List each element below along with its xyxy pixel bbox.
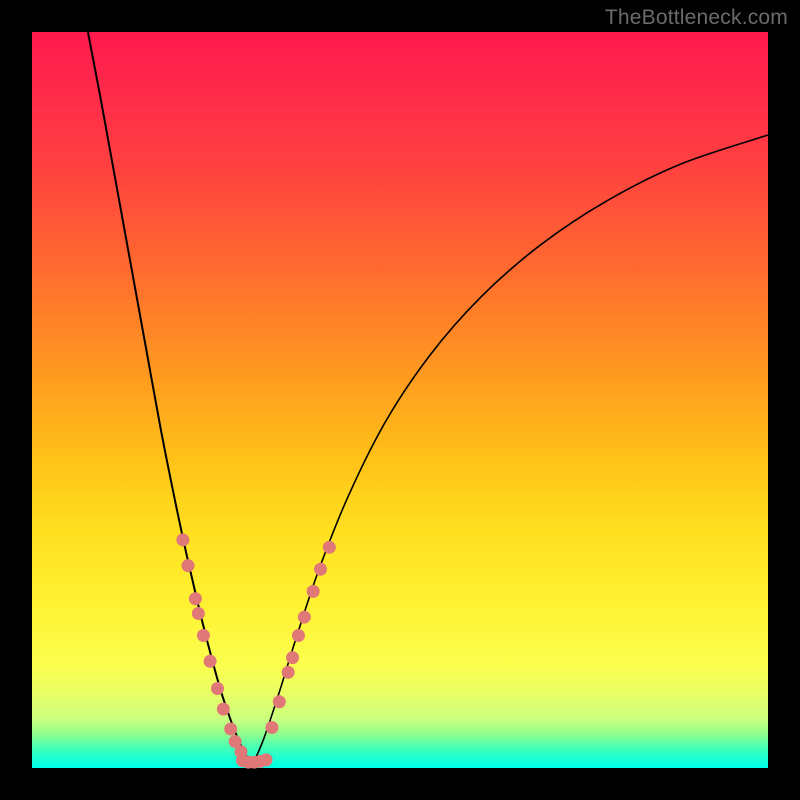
data-point (292, 629, 305, 642)
data-point (260, 753, 273, 766)
data-point (211, 682, 224, 695)
data-point (314, 563, 327, 576)
chart-svg (32, 32, 768, 768)
data-point (197, 629, 210, 642)
series-left-branch (88, 32, 253, 764)
series-right-branch (253, 135, 768, 764)
marker-group (176, 533, 335, 768)
data-point (307, 585, 320, 598)
data-point (323, 541, 336, 554)
data-point (224, 722, 237, 735)
data-point (282, 666, 295, 679)
data-point (189, 592, 202, 605)
chart-frame: TheBottleneck.com (0, 0, 800, 800)
data-point (176, 533, 189, 546)
data-point (265, 721, 278, 734)
data-point (273, 695, 286, 708)
data-point (298, 611, 311, 624)
data-point (286, 651, 299, 664)
plot-area (32, 32, 768, 768)
data-point (182, 559, 195, 572)
data-point (217, 703, 230, 716)
data-point (204, 655, 217, 668)
watermark-text: TheBottleneck.com (605, 6, 788, 30)
data-point (192, 607, 205, 620)
